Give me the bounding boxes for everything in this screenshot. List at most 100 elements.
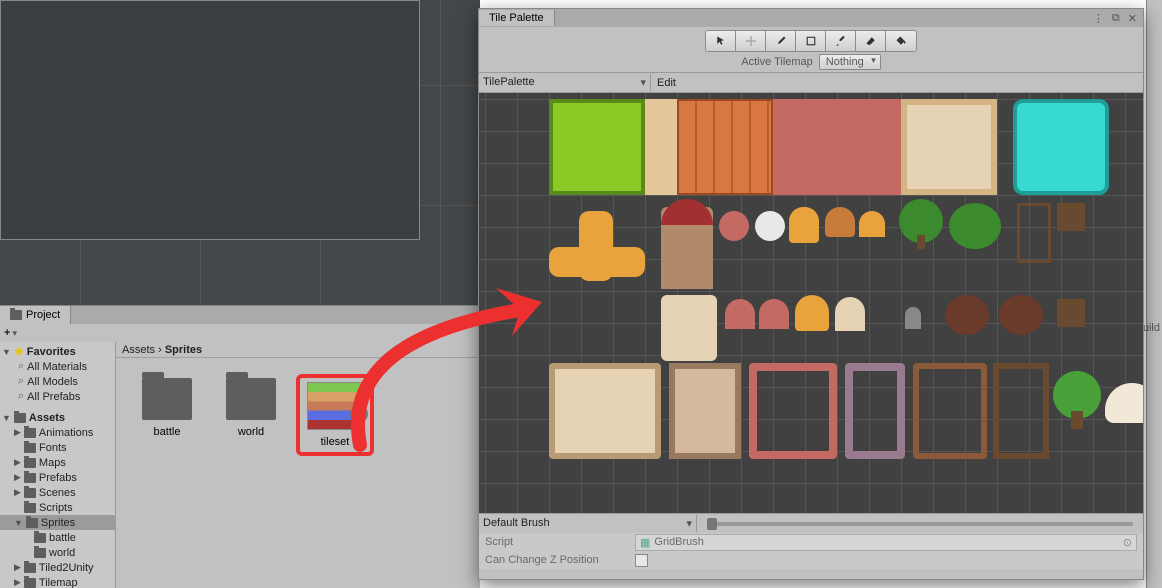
tree-item-label: Prefabs bbox=[39, 472, 77, 484]
tree-item[interactable]: ▶Scenes bbox=[0, 485, 115, 500]
tree-item[interactable]: ▶Prefabs bbox=[0, 470, 115, 485]
tree-item[interactable]: ▶Tiled2Unity bbox=[0, 560, 115, 575]
disclosure-icon: ▼ bbox=[2, 413, 11, 423]
create-button[interactable]: + bbox=[4, 327, 10, 339]
right-panel-hint: uild bbox=[1141, 320, 1162, 336]
asset-tileset[interactable]: tileset bbox=[300, 378, 370, 452]
scene-viewport[interactable] bbox=[0, 0, 480, 310]
asset-label: battle bbox=[154, 426, 181, 438]
palette-toolbar: Active Tilemap Nothing bbox=[479, 27, 1143, 73]
folder-icon bbox=[24, 443, 36, 453]
palette-subbar: TilePalette Edit bbox=[479, 73, 1143, 93]
zoom-slider[interactable] bbox=[707, 522, 1133, 526]
asset-folder-world[interactable]: world bbox=[216, 378, 286, 452]
folder-icon bbox=[24, 488, 36, 498]
tool-fill[interactable] bbox=[886, 31, 916, 51]
asset-folder-battle[interactable]: battle bbox=[132, 378, 202, 452]
tileset-art bbox=[549, 99, 1109, 499]
asset-label: tileset bbox=[321, 436, 350, 448]
assets-header[interactable]: ▼ Assets bbox=[0, 410, 115, 425]
folder-icon bbox=[34, 533, 46, 543]
script-field[interactable]: ▦ GridBrush ⊙ bbox=[635, 534, 1137, 551]
project-icon bbox=[10, 310, 22, 320]
assets-label: Assets bbox=[29, 412, 65, 424]
tool-select[interactable] bbox=[706, 31, 736, 51]
fav-item-label: All Prefabs bbox=[27, 391, 80, 403]
tile-palette-window: Tile Palette ⋮ ⧉ ✕ Active Tilemap Nothin… bbox=[478, 8, 1144, 580]
box-icon bbox=[805, 35, 817, 47]
tool-eraser[interactable] bbox=[856, 31, 886, 51]
cursor-icon bbox=[715, 35, 727, 47]
fav-item[interactable]: ⌕All Prefabs bbox=[0, 389, 115, 404]
edit-label: Edit bbox=[657, 77, 676, 89]
tab-tile-palette-label: Tile Palette bbox=[489, 12, 544, 24]
tree-item[interactable]: world bbox=[0, 545, 115, 560]
favorites-header[interactable]: ▼ ★ Favorites bbox=[0, 344, 115, 359]
menu-icon[interactable]: ⋮ bbox=[1093, 12, 1104, 25]
right-panel-edge bbox=[1146, 0, 1162, 588]
tool-picker[interactable] bbox=[826, 31, 856, 51]
tab-project[interactable]: Project bbox=[0, 306, 71, 324]
tree-item-label: battle bbox=[49, 532, 76, 544]
prop-zpos: Can Change Z Position bbox=[479, 551, 1143, 569]
tree-item[interactable]: Fonts bbox=[0, 440, 115, 455]
folder-icon bbox=[24, 458, 36, 468]
move-icon bbox=[745, 35, 757, 47]
tree-item-label: Animations bbox=[39, 427, 93, 439]
disclosure-icon: ▼ bbox=[2, 347, 11, 357]
active-tilemap-label: Active Tilemap bbox=[741, 56, 813, 68]
fav-item[interactable]: ⌕All Materials bbox=[0, 359, 115, 374]
disclosure-icon: ▼ bbox=[14, 518, 23, 528]
project-tree[interactable]: ▼ ★ Favorites ⌕All Materials ⌕All Models… bbox=[0, 342, 116, 588]
folder-icon bbox=[24, 578, 36, 588]
tool-box[interactable] bbox=[796, 31, 826, 51]
breadcrumb[interactable]: Assets › Sprites bbox=[116, 342, 480, 358]
folder-icon bbox=[226, 378, 276, 420]
palette-titlebar[interactable]: Tile Palette ⋮ ⧉ ✕ bbox=[479, 9, 1143, 27]
search-icon: ⌕ bbox=[18, 390, 24, 403]
edit-button[interactable]: Edit bbox=[651, 75, 682, 91]
dock-icon[interactable]: ⧉ bbox=[1112, 12, 1120, 25]
create-dropdown-icon[interactable]: ▾ bbox=[12, 328, 17, 339]
expand-icon[interactable] bbox=[350, 405, 368, 423]
tree-item[interactable]: ▶Tilemap bbox=[0, 575, 115, 588]
brush-dropdown[interactable]: Default Brush bbox=[479, 515, 697, 532]
tab-tile-palette[interactable]: Tile Palette bbox=[479, 10, 555, 26]
fav-item[interactable]: ⌕All Models bbox=[0, 374, 115, 389]
brush-properties: Script ▦ GridBrush ⊙ Can Change Z Positi… bbox=[479, 533, 1143, 569]
palette-selector-dropdown[interactable]: TilePalette bbox=[479, 74, 651, 91]
prop-script: Script ▦ GridBrush ⊙ bbox=[479, 533, 1143, 551]
folder-icon bbox=[24, 563, 36, 573]
folder-icon bbox=[26, 518, 38, 528]
disclosure-icon: ▶ bbox=[14, 562, 21, 573]
fav-item-label: All Materials bbox=[27, 361, 87, 373]
object-picker-icon[interactable]: ⊙ bbox=[1123, 536, 1132, 549]
disclosure-icon: ▶ bbox=[14, 427, 21, 438]
tree-item[interactable]: ▶Maps bbox=[0, 455, 115, 470]
folder-icon bbox=[24, 503, 36, 513]
tree-item-sprites[interactable]: ▼Sprites bbox=[0, 515, 115, 530]
eraser-icon bbox=[865, 35, 877, 47]
active-tilemap-dropdown[interactable]: Nothing bbox=[819, 54, 881, 70]
brush-icon bbox=[775, 35, 787, 47]
breadcrumb-root[interactable]: Assets bbox=[122, 344, 155, 356]
tree-item[interactable]: ▶ Animations bbox=[0, 425, 115, 440]
tool-brush[interactable] bbox=[766, 31, 796, 51]
breadcrumb-current[interactable]: Sprites bbox=[165, 344, 202, 356]
zpos-checkbox[interactable] bbox=[635, 554, 648, 567]
palette-selector-value: TilePalette bbox=[483, 76, 535, 89]
tool-move[interactable] bbox=[736, 31, 766, 51]
palette-canvas[interactable] bbox=[479, 93, 1143, 513]
project-content: Assets › Sprites battle world tileset bbox=[116, 342, 480, 588]
star-icon: ★ bbox=[14, 345, 24, 358]
favorites-label: Favorites bbox=[27, 346, 76, 358]
disclosure-icon: ▶ bbox=[14, 457, 21, 468]
tree-item[interactable]: battle bbox=[0, 530, 115, 545]
tree-item-label: world bbox=[49, 547, 75, 559]
tree-item-label: Scripts bbox=[39, 502, 73, 514]
tool-group bbox=[705, 30, 917, 52]
folder-icon bbox=[24, 428, 36, 438]
folder-icon bbox=[24, 473, 36, 483]
tree-item[interactable]: Scripts bbox=[0, 500, 115, 515]
close-icon[interactable]: ✕ bbox=[1128, 12, 1137, 25]
